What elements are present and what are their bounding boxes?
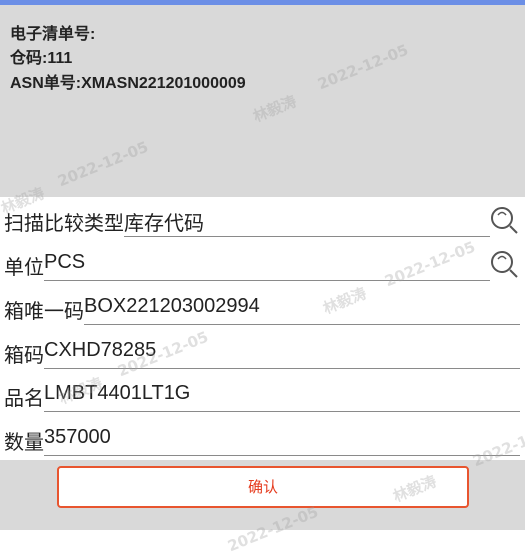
box-unique-code-input[interactable]: BOX221203002994 — [84, 295, 260, 318]
scan-type-value[interactable]: 库存代码 — [124, 207, 204, 236]
asn-number: ASN单号:XMASN221201000009 — [10, 75, 246, 92]
row-scan-type[interactable]: 扫描比较类型 库存代码 — [0, 197, 525, 241]
quantity-label: 数量 — [4, 432, 44, 454]
row-product-name[interactable]: 品名 LMBT4401LT1G — [0, 372, 525, 416]
search-icon[interactable] — [489, 205, 519, 235]
confirm-button[interactable]: 确认 — [57, 466, 469, 508]
box-code-input[interactable]: CXHD78285 — [44, 339, 156, 362]
scan-form: 扫描比较类型 库存代码 单位 PCS 箱唯一码 BOX221203002994 … — [0, 197, 525, 460]
quantity-input[interactable]: 357000 — [44, 426, 111, 449]
unit-value[interactable]: PCS — [44, 251, 85, 274]
search-icon[interactable] — [489, 249, 519, 279]
unit-underline — [44, 280, 490, 281]
info-header: 电子清单号: 仓码:111 ASN单号:XMASN221201000009 — [0, 5, 525, 197]
row-box-unique-code[interactable]: 箱唯一码 BOX221203002994 — [0, 285, 525, 329]
scan-type-underline — [124, 236, 490, 237]
quantity-underline — [44, 455, 520, 456]
unit-label: 单位 — [4, 257, 44, 279]
scan-type-label: 扫描比较类型 — [4, 213, 124, 235]
doc-no-label: 电子清单号: — [10, 26, 96, 43]
product-name-underline — [44, 411, 520, 412]
product-name-input[interactable]: LMBT4401LT1G — [44, 382, 190, 405]
box-code-label: 箱码 — [4, 345, 44, 367]
box-code-underline — [44, 368, 520, 369]
footer-bar: 确认 — [0, 460, 525, 530]
warehouse-code: 仓码:111 — [10, 50, 73, 67]
row-unit[interactable]: 单位 PCS — [0, 241, 525, 285]
box-unique-code-label: 箱唯一码 — [4, 301, 84, 323]
product-name-label: 品名 — [4, 388, 44, 410]
box-unique-code-underline — [84, 324, 520, 325]
row-box-code[interactable]: 箱码 CXHD78285 — [0, 329, 525, 373]
row-quantity[interactable]: 数量 357000 — [0, 416, 525, 460]
